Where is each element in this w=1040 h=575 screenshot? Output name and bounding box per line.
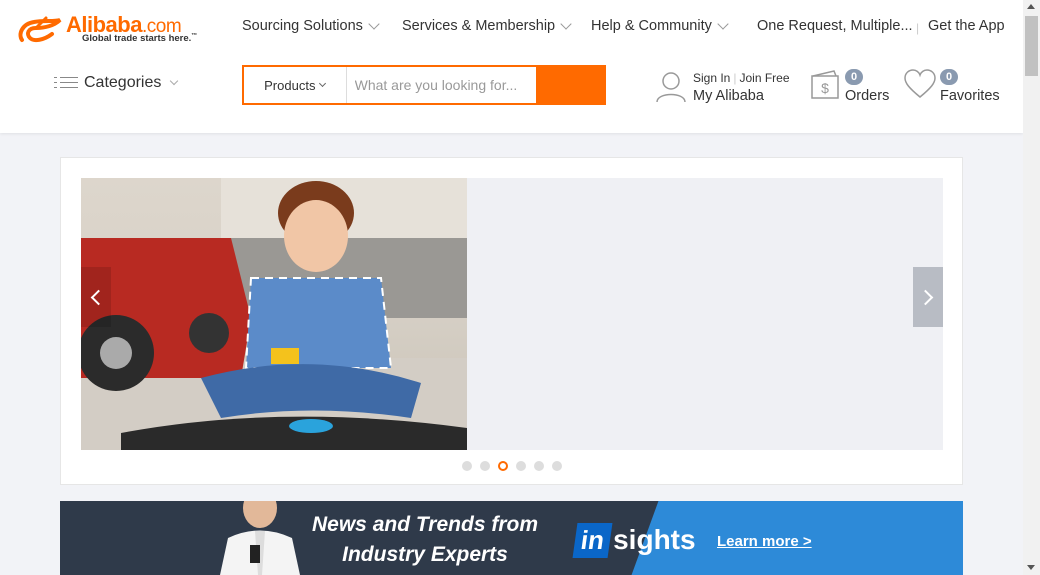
- carousel-slide[interactable]: [81, 178, 943, 450]
- chevron-right-icon: [917, 289, 934, 305]
- search-button[interactable]: [535, 67, 604, 103]
- carousel-dot-5[interactable]: [533, 461, 544, 471]
- sign-in-link[interactable]: Sign In: [693, 71, 730, 85]
- kids-toys-photo: [81, 178, 467, 450]
- page-scrollbar[interactable]: [1023, 0, 1040, 575]
- carousel-dot-4[interactable]: [515, 461, 526, 471]
- top-navigation: Sourcing Solutions Services & Membership…: [242, 17, 1005, 38]
- chevron-down-icon: [560, 17, 572, 30]
- scroll-up-arrow-icon[interactable]: [1027, 4, 1035, 9]
- my-alibaba-block: Sign In | Join Free My Alibaba: [655, 68, 805, 108]
- nav-one-request[interactable]: One Request, Multiple...: [757, 18, 913, 34]
- scrollbar-thumb[interactable]: [1025, 16, 1038, 76]
- categories-label: Categories: [84, 74, 162, 91]
- join-free-link[interactable]: Join Free: [739, 71, 789, 85]
- search-input[interactable]: [346, 67, 536, 103]
- orders-block[interactable]: $ 0 Orders: [810, 68, 890, 108]
- scroll-down-arrow-icon[interactable]: [1027, 565, 1035, 570]
- insights-logo: in sights: [572, 520, 696, 560]
- nav-divider: |: [916, 21, 920, 35]
- carousel-dot-2[interactable]: [479, 461, 490, 471]
- insights-banner[interactable]: News and Trends from Industry Experts in…: [60, 501, 963, 575]
- favorites-label: Favorites: [940, 88, 1000, 104]
- banner-headline: News and Trends from Industry Experts: [312, 513, 538, 566]
- orders-label: Orders: [845, 88, 890, 104]
- account-links: Sign In | Join Free: [693, 71, 790, 85]
- chevron-down-icon: [717, 17, 729, 30]
- chevron-down-icon: [368, 17, 380, 30]
- alibaba-logo[interactable]: Alibaba.com Global trade starts here.™: [16, 12, 206, 48]
- chevron-down-icon: [319, 79, 327, 88]
- categories-menu[interactable]: Categories: [54, 74, 179, 92]
- nav-sourcing-solutions[interactable]: Sourcing Solutions: [242, 17, 380, 34]
- carousel-dot-1[interactable]: [461, 461, 472, 471]
- chevron-left-icon: [90, 289, 107, 305]
- orders-wallet-icon: $: [811, 70, 839, 99]
- nav-help-community[interactable]: Help & Community: [591, 17, 729, 34]
- orders-count-badge: 0: [845, 69, 863, 85]
- favorites-block[interactable]: 0 Favorites: [903, 68, 1003, 108]
- user-icon[interactable]: [655, 70, 687, 104]
- my-alibaba-link[interactable]: My Alibaba: [693, 88, 764, 104]
- list-menu-icon: [54, 75, 78, 91]
- chevron-down-icon: [170, 76, 179, 85]
- boy-with-toy-car-illustration: [81, 178, 467, 450]
- nav-get-the-app[interactable]: Get the App: [928, 18, 1005, 34]
- carousel-dot-3[interactable]: [497, 461, 508, 471]
- svg-text:$: $: [821, 80, 829, 96]
- alibaba-smile-logo-icon: [18, 16, 62, 43]
- search-bar: Products: [242, 65, 606, 105]
- carousel-dot-6[interactable]: [551, 461, 562, 471]
- heart-icon: [904, 69, 936, 98]
- carousel-next-button[interactable]: [913, 267, 943, 327]
- hero-carousel: [60, 157, 963, 485]
- logo-tagline: Global trade starts here.™: [82, 33, 198, 44]
- carousel-pagination: [61, 461, 962, 471]
- favorites-count-badge: 0: [940, 69, 958, 85]
- learn-more-link[interactable]: Learn more >: [717, 533, 812, 550]
- search-category-dropdown[interactable]: Products: [244, 67, 347, 103]
- nav-services-membership[interactable]: Services & Membership: [402, 17, 572, 34]
- site-header: Alibaba.com Global trade starts here.™ S…: [0, 0, 1023, 133]
- carousel-prev-button[interactable]: [81, 267, 111, 327]
